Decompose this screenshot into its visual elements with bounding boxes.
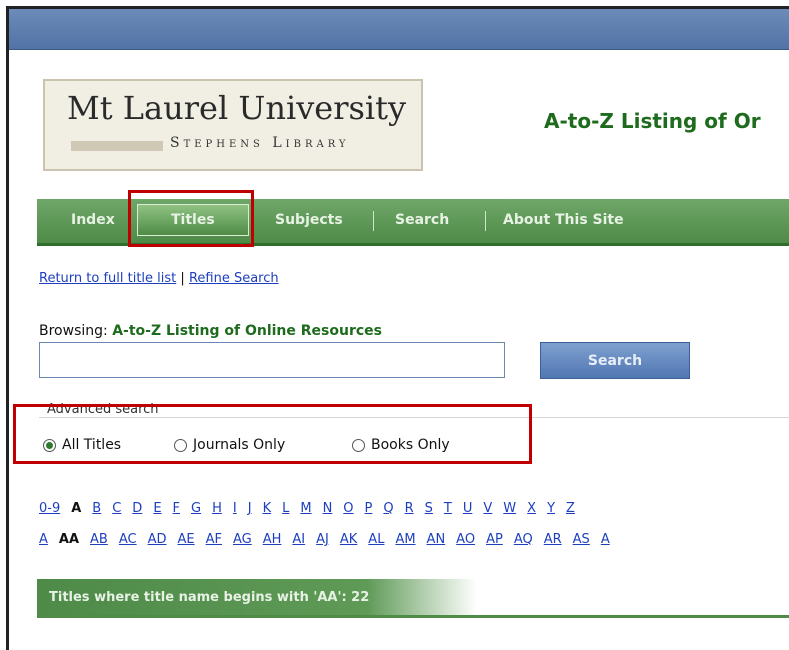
- logo-rule: [71, 141, 163, 151]
- alpha-letter-link[interactable]: E: [153, 501, 161, 516]
- logo-title: Mt Laurel University: [67, 89, 407, 127]
- alpha-prefix-link[interactable]: AN: [427, 532, 446, 547]
- filter-journals-only[interactable]: Journals Only: [174, 437, 285, 453]
- tab-subjects[interactable]: Subjects: [275, 212, 343, 228]
- alpha-prefix-link[interactable]: AF: [206, 532, 222, 547]
- filter-label: Books Only: [371, 437, 450, 453]
- alpha-letter-link[interactable]: J: [248, 501, 252, 516]
- alpha-prefix-link[interactable]: A: [601, 532, 610, 547]
- nav-divider: [485, 211, 486, 231]
- alpha-letter-link[interactable]: L: [282, 501, 289, 516]
- alpha-letter-link[interactable]: F: [173, 501, 180, 516]
- alpha-letter-link[interactable]: K: [263, 501, 272, 516]
- tab-index[interactable]: Index: [71, 212, 115, 228]
- alpha-letter-link[interactable]: I: [233, 501, 237, 516]
- tab-titles[interactable]: Titles: [171, 212, 215, 228]
- refine-search-link[interactable]: Refine Search: [189, 271, 279, 286]
- alpha-letter-link[interactable]: R: [405, 501, 414, 516]
- alpha-letter-link[interactable]: H: [212, 501, 222, 516]
- filter-label: All Titles: [62, 437, 122, 453]
- alpha-index-letters: 0-9 A B C D E F G H I J K L M N O P Q R S T U V W X Y Z: [39, 501, 586, 516]
- alpha-letter-link[interactable]: N: [323, 501, 333, 516]
- alpha-prefix-current: AA: [58, 532, 80, 547]
- browser-viewport: Mt Laurel University Stephens Library A-…: [6, 6, 789, 650]
- alpha-letter-link[interactable]: Y: [547, 501, 555, 516]
- alpha-letter-link[interactable]: G: [191, 501, 201, 516]
- action-links: Return to full title list | Refine Searc…: [39, 271, 279, 286]
- return-to-list-link[interactable]: Return to full title list: [39, 271, 176, 286]
- browsing-prefix: Browsing:: [39, 323, 108, 339]
- alpha-letter-link[interactable]: 0-9: [39, 501, 60, 516]
- filter-all-titles[interactable]: All Titles: [43, 437, 121, 453]
- alpha-letter-link[interactable]: Z: [566, 501, 575, 516]
- alpha-prefix-link[interactable]: AH: [263, 532, 282, 547]
- main-nav: Index Titles Subjects Search About This …: [37, 199, 789, 246]
- alpha-letter-link[interactable]: Q: [383, 501, 393, 516]
- alpha-prefix-link[interactable]: AD: [148, 532, 167, 547]
- alpha-prefix-link[interactable]: AE: [178, 532, 195, 547]
- alpha-letter-link[interactable]: T: [444, 501, 452, 516]
- radio-icon[interactable]: [174, 438, 187, 452]
- radio-icon[interactable]: [352, 438, 365, 452]
- alpha-letter-link[interactable]: O: [343, 501, 353, 516]
- alpha-prefix-link[interactable]: AR: [544, 532, 562, 547]
- results-underline: [37, 615, 789, 618]
- alpha-prefix-link[interactable]: AM: [395, 532, 415, 547]
- alpha-prefix-link[interactable]: AO: [456, 532, 475, 547]
- alpha-letter-current: A: [71, 501, 82, 516]
- alpha-letter-link[interactable]: U: [463, 501, 473, 516]
- link-separator: |: [180, 271, 185, 286]
- alpha-letter-link[interactable]: P: [365, 501, 373, 516]
- alpha-prefix-link[interactable]: AC: [119, 532, 137, 547]
- alpha-prefix-link[interactable]: AS: [573, 532, 590, 547]
- browsing-value: A-to-Z Listing of Online Resources: [112, 323, 382, 339]
- alpha-letter-link[interactable]: M: [300, 501, 311, 516]
- results-count: Titles where title name begins with 'AA'…: [49, 590, 370, 605]
- filter-books-only[interactable]: Books Only: [352, 437, 450, 453]
- alpha-letter-link[interactable]: D: [132, 501, 142, 516]
- divider: [39, 417, 789, 418]
- alpha-prefix-link[interactable]: AB: [90, 532, 108, 547]
- alpha-prefix-link[interactable]: AL: [368, 532, 384, 547]
- filter-label: Journals Only: [193, 437, 286, 453]
- alpha-index-prefixes: A AA AB AC AD AE AF AG AH AI AJ AK AL AM AN AO AP AQ AR AS A: [39, 532, 621, 547]
- alpha-letter-link[interactable]: V: [483, 501, 492, 516]
- tab-search[interactable]: Search: [395, 212, 449, 228]
- page-heading: A-to-Z Listing of Or: [544, 109, 761, 133]
- radio-selected-icon[interactable]: [43, 438, 56, 452]
- alpha-prefix-link[interactable]: AJ: [316, 532, 329, 547]
- alpha-prefix-link[interactable]: AI: [292, 532, 305, 547]
- search-input[interactable]: [39, 342, 505, 378]
- nav-divider: [373, 211, 374, 231]
- logo-subtitle: Stephens Library: [170, 135, 350, 151]
- alpha-prefix-link[interactable]: AQ: [514, 532, 533, 547]
- alpha-letter-link[interactable]: X: [527, 501, 536, 516]
- alpha-prefix-link[interactable]: A: [39, 532, 48, 547]
- alpha-letter-link[interactable]: W: [503, 501, 516, 516]
- alpha-letter-link[interactable]: S: [425, 501, 433, 516]
- results-header: Titles where title name begins with 'AA'…: [37, 579, 477, 617]
- alpha-letter-link[interactable]: B: [92, 501, 101, 516]
- alpha-prefix-link[interactable]: AG: [233, 532, 252, 547]
- advanced-search-link[interactable]: Advanced search: [47, 402, 159, 417]
- alpha-prefix-link[interactable]: AP: [486, 532, 503, 547]
- tab-about[interactable]: About This Site: [503, 212, 624, 228]
- alpha-letter-link[interactable]: C: [112, 501, 121, 516]
- browsing-label: Browsing: A-to-Z Listing of Online Resou…: [39, 323, 382, 339]
- university-logo[interactable]: Mt Laurel University Stephens Library: [43, 79, 423, 171]
- search-button[interactable]: Search: [540, 342, 690, 379]
- alpha-prefix-link[interactable]: AK: [340, 532, 357, 547]
- top-banner: [9, 9, 789, 50]
